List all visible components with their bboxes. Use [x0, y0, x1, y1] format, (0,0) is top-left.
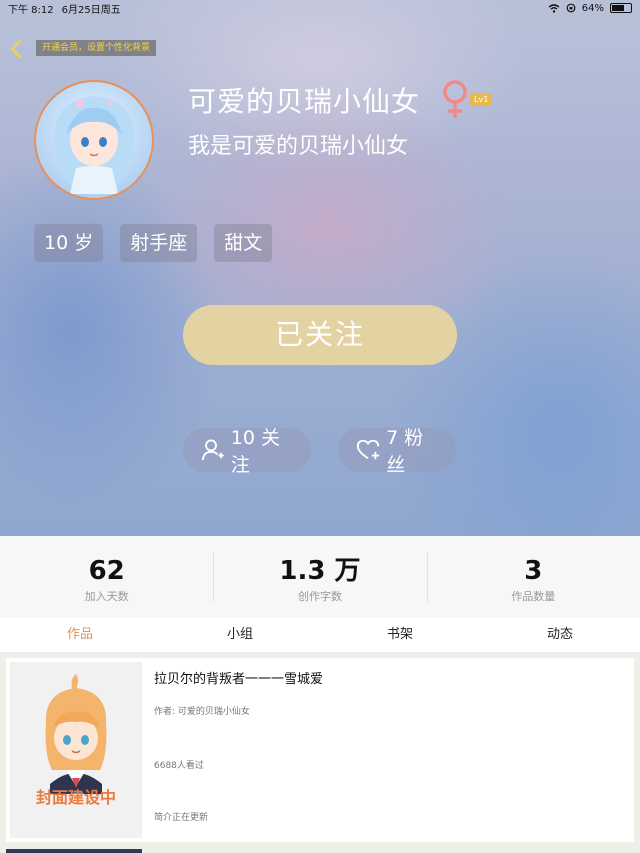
- stat-word-count: 1.3 万 创作字数: [213, 536, 426, 618]
- stat-label: 作品数量: [511, 590, 556, 603]
- stat-value: 62: [88, 556, 125, 586]
- works-list: 封面建设中 拉贝尔的背叛者一一一雪城爱 作者: 可爱的贝瑞小仙女 6688人看过…: [0, 652, 640, 853]
- tag-genre: 甜文: [214, 224, 273, 262]
- book-author: 作者: 可爱的贝瑞小仙女: [154, 707, 250, 717]
- cover-caption: 封面建设中: [35, 788, 116, 807]
- female-gender-icon: [443, 80, 467, 118]
- profile-header-background: 下午 8:12 6月25日周五 64% 开通会员，设置个性化背景 可爱的贝瑞小仙…: [0, 0, 640, 536]
- profile-tags: 10 岁 射手座 甜文: [34, 224, 273, 262]
- battery-percent: 64%: [581, 2, 604, 14]
- avatar-illustration: [54, 96, 134, 194]
- stat-value: 3: [524, 556, 543, 586]
- stat-value: 1.3 万: [279, 556, 361, 586]
- tag-zodiac: 射手座: [120, 224, 198, 262]
- fans-count-button[interactable]: 7 粉丝: [338, 427, 456, 476]
- heart-add-icon: [356, 439, 380, 460]
- book-title[interactable]: 拉贝尔的背叛者一一一雪城爱: [154, 668, 323, 687]
- status-bar: 下午 8:12 6月25日周五 64%: [0, 0, 640, 16]
- orientation-lock-icon: [566, 3, 576, 13]
- battery-icon: [610, 3, 632, 13]
- user-add-icon: [201, 439, 224, 461]
- stat-works-count: 3 作品数量: [426, 536, 640, 618]
- vip-background-banner[interactable]: 开通会员，设置个性化背景: [36, 40, 157, 56]
- book-intro: 简介正在更新: [154, 813, 209, 823]
- wifi-icon: [548, 3, 560, 13]
- follow-button[interactable]: 已关注: [183, 305, 457, 365]
- stats-row: 62 加入天数 1.3 万 创作字数 3 作品数量: [0, 536, 640, 618]
- tab-activity[interactable]: 动态: [480, 618, 640, 652]
- stat-label: 加入天数: [84, 590, 129, 603]
- stat-days-joined: 62 加入天数: [0, 536, 213, 618]
- avatar[interactable]: [34, 80, 154, 200]
- next-book-cover-partial[interactable]: [6, 849, 142, 853]
- tab-groups[interactable]: 小组: [160, 618, 320, 652]
- tab-works[interactable]: 作品: [0, 618, 160, 652]
- fans-count: 7 粉丝: [386, 427, 424, 476]
- level-badge: Lv1: [470, 93, 493, 106]
- back-arrow-icon[interactable]: [6, 38, 28, 60]
- status-date: 6月25日周五: [61, 4, 121, 16]
- following-count-button[interactable]: 10 关注: [183, 427, 311, 476]
- user-name: 可爱的贝瑞小仙女: [188, 85, 421, 118]
- profile-tabs: 作品 小组 书架 动态: [0, 618, 640, 652]
- tab-bookshelf[interactable]: 书架: [320, 618, 480, 652]
- following-count: 10 关注: [230, 427, 280, 476]
- battery-level: [612, 5, 624, 11]
- cover-placeholder-illustration: [45, 674, 107, 794]
- tag-age: 10 岁: [34, 224, 104, 262]
- book-card[interactable]: 封面建设中 拉贝尔的背叛者一一一雪城爱 作者: 可爱的贝瑞小仙女 6688人看过…: [6, 658, 634, 842]
- stat-label: 创作字数: [297, 590, 342, 603]
- book-views: 6688人看过: [154, 761, 204, 771]
- status-time: 下午 8:12: [8, 4, 54, 16]
- book-cover[interactable]: 封面建设中: [10, 662, 142, 838]
- user-signature: 我是可爱的贝瑞小仙女: [188, 134, 409, 159]
